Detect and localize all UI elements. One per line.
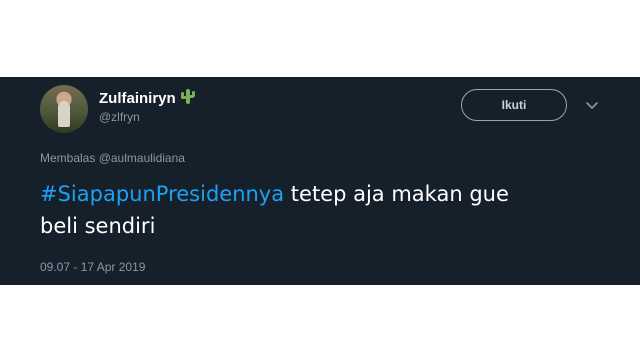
hashtag-link[interactable]: #SiapapunPresidennya xyxy=(40,182,284,206)
chevron-down-icon[interactable] xyxy=(585,101,599,111)
display-name[interactable]: Zulfainiryn xyxy=(99,87,197,107)
avatar-figure xyxy=(58,101,70,127)
tweet-card: Zulfainiryn @zlfryn Ikuti Membalas @aulm… xyxy=(0,77,640,285)
tweet-text-line2: beli sendiri xyxy=(40,214,156,238)
tweet-text: #SiapapunPresidennya tetep aja makan gue… xyxy=(40,178,600,242)
tweet-text-line1: tetep aja makan gue xyxy=(284,182,509,206)
display-name-text[interactable]: Zulfainiryn xyxy=(99,90,176,107)
reply-context: Membalas @aulmaulidiana xyxy=(40,151,185,165)
reply-mention-link[interactable]: @aulmaulidiana xyxy=(99,151,185,165)
avatar[interactable] xyxy=(40,85,88,133)
user-handle[interactable]: @zlfryn xyxy=(99,110,140,124)
follow-button[interactable]: Ikuti xyxy=(461,89,567,121)
reply-prefix: Membalas xyxy=(40,151,96,165)
tweet-timestamp[interactable]: 09.07 - 17 Apr 2019 xyxy=(40,260,145,274)
cactus-icon xyxy=(180,89,195,104)
